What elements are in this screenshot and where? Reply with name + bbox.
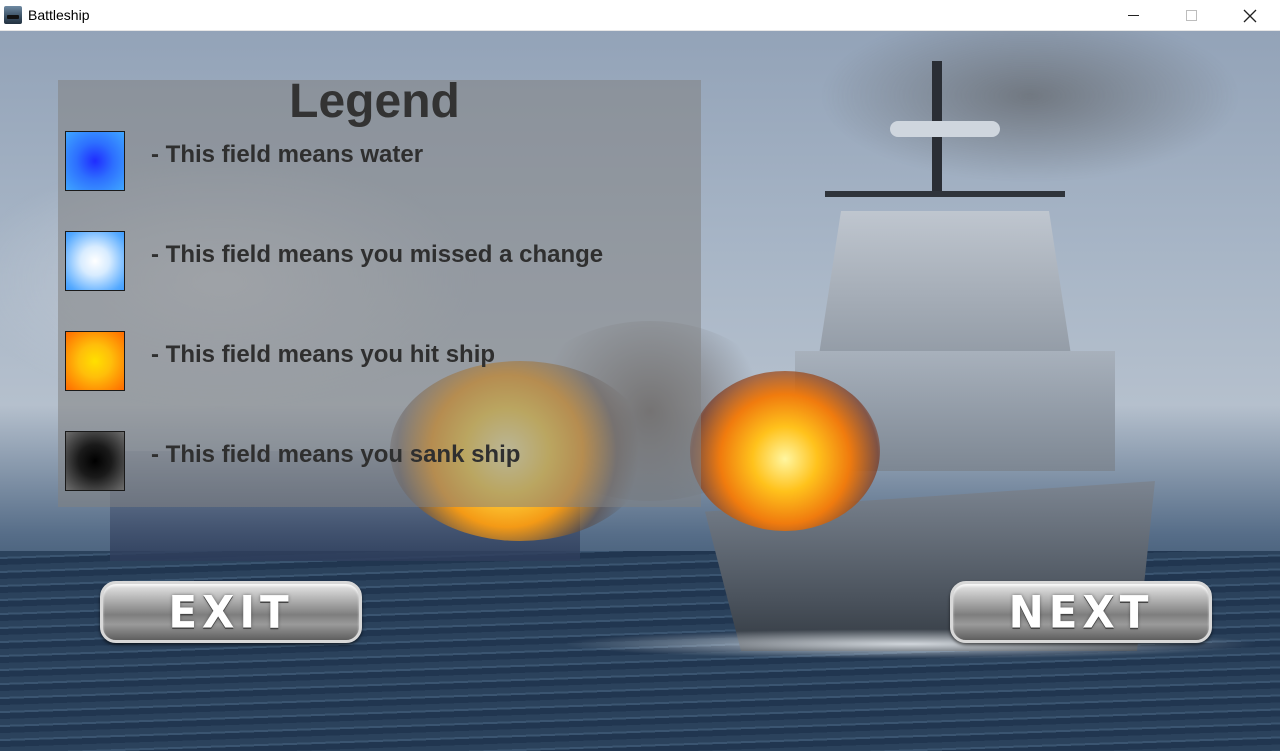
legend-item-miss: - This field means you missed a change: [65, 231, 685, 291]
background-scene: Legend - This field means water - This f…: [0, 31, 1280, 751]
window-title: Battleship: [28, 7, 90, 23]
maximize-icon: [1185, 10, 1197, 21]
muzzle-fire: [690, 371, 880, 531]
close-icon: [1243, 9, 1257, 22]
legend-item-label: - This field means water: [151, 141, 424, 168]
app-icon: [4, 6, 22, 24]
legend-item-hit: - This field means you hit ship: [65, 331, 685, 391]
exit-button-label: EXIT: [168, 586, 294, 638]
legend-item-label: - This field means you sank ship: [151, 441, 521, 468]
exit-button[interactable]: EXIT: [100, 581, 362, 643]
legend-item-label: - This field means you missed a change: [151, 241, 604, 268]
title-bar: Battleship: [0, 0, 1280, 31]
legend-item-water: - This field means water: [65, 131, 685, 191]
ship-yardarm: [825, 191, 1065, 197]
next-button[interactable]: NEXT: [950, 581, 1212, 643]
minimize-button[interactable]: [1104, 0, 1162, 31]
close-button[interactable]: [1221, 0, 1279, 31]
next-button-label: NEXT: [1008, 586, 1154, 638]
legend-panel: Legend - This field means water - This f…: [58, 75, 701, 507]
maximize-button[interactable]: [1162, 0, 1220, 31]
miss-swatch-icon: [65, 231, 125, 291]
hit-swatch-icon: [65, 331, 125, 391]
sank-swatch-icon: [65, 431, 125, 491]
legend-title: Legend: [289, 75, 460, 128]
ship-radar: [890, 121, 1000, 137]
warship: [650, 51, 1170, 671]
water-swatch-icon: [65, 131, 125, 191]
legend-item-label: - This field means you hit ship: [151, 341, 496, 368]
legend-item-sank: - This field means you sank ship: [65, 431, 685, 491]
minimize-icon: [1127, 15, 1139, 16]
